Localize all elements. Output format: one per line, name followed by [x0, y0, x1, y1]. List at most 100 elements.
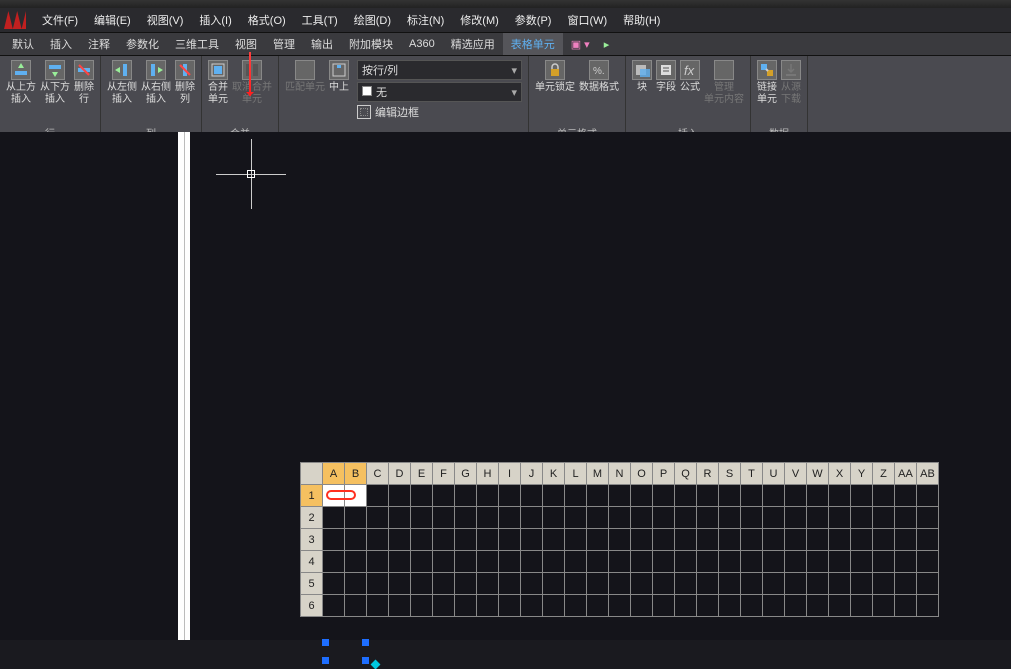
table-cell[interactable]: [323, 595, 345, 617]
table-cell[interactable]: [741, 485, 763, 507]
col-header[interactable]: Y: [851, 463, 873, 485]
table-cell[interactable]: [785, 573, 807, 595]
table-cell[interactable]: [609, 507, 631, 529]
table-cell[interactable]: [719, 573, 741, 595]
table-cell[interactable]: [697, 529, 719, 551]
col-header[interactable]: AA: [895, 463, 917, 485]
tab-output[interactable]: 输出: [303, 33, 341, 55]
tab-parametric[interactable]: 参数化: [118, 33, 167, 55]
grip-top-left[interactable]: [322, 639, 329, 646]
table-cell[interactable]: [367, 573, 389, 595]
table-cell[interactable]: [323, 529, 345, 551]
table-cell[interactable]: [543, 485, 565, 507]
table-cell[interactable]: [521, 551, 543, 573]
tab-insert[interactable]: 插入: [42, 33, 80, 55]
table-cell[interactable]: [521, 529, 543, 551]
table-cell[interactable]: [543, 507, 565, 529]
table-cell[interactable]: [565, 529, 587, 551]
btn-field[interactable]: 字段: [656, 60, 676, 94]
col-header[interactable]: B: [345, 463, 367, 485]
table-cell[interactable]: [917, 507, 939, 529]
table-cell[interactable]: [697, 485, 719, 507]
menu-edit[interactable]: 编辑(E): [86, 10, 139, 30]
table-cell[interactable]: [609, 595, 631, 617]
table-cell[interactable]: [851, 507, 873, 529]
menu-draw[interactable]: 绘图(D): [346, 10, 399, 30]
menu-format[interactable]: 格式(O): [240, 10, 294, 30]
tab-a360[interactable]: A360: [401, 35, 443, 53]
row-header[interactable]: 2: [301, 507, 323, 529]
table-cell[interactable]: [697, 595, 719, 617]
viewport-label[interactable]: [-][俯视][二维线框]: [4, 138, 92, 154]
table-cell[interactable]: [367, 485, 389, 507]
table-cell[interactable]: [807, 595, 829, 617]
col-header[interactable]: D: [389, 463, 411, 485]
row-header[interactable]: 1: [301, 485, 323, 507]
table-cell[interactable]: [389, 485, 411, 507]
table-cell[interactable]: [411, 551, 433, 573]
table-cell[interactable]: [829, 485, 851, 507]
table-cell[interactable]: [829, 573, 851, 595]
btn-merge-cells[interactable]: 合并 单元: [208, 60, 228, 106]
table-cell[interactable]: [455, 573, 477, 595]
dropdown-cellstyle[interactable]: 无▾: [357, 82, 522, 102]
tab-default[interactable]: 默认: [4, 33, 42, 55]
menu-window[interactable]: 窗口(W): [559, 10, 615, 30]
btn-data-format[interactable]: %.数据格式: [579, 60, 619, 94]
row-header[interactable]: 4: [301, 551, 323, 573]
col-header[interactable]: A: [323, 463, 345, 485]
tab-addins[interactable]: 附加模块: [341, 33, 401, 55]
table-cell[interactable]: [499, 595, 521, 617]
table-cell[interactable]: [389, 551, 411, 573]
col-header[interactable]: F: [433, 463, 455, 485]
table-cell[interactable]: [741, 551, 763, 573]
btn-block[interactable]: 块: [632, 60, 652, 94]
table-cell[interactable]: [455, 529, 477, 551]
btn-edit-border[interactable]: 编辑边框: [357, 104, 419, 120]
btn-alignment[interactable]: 中上: [329, 60, 349, 94]
table-cell[interactable]: [499, 573, 521, 595]
table-cell[interactable]: [345, 507, 367, 529]
table-cell[interactable]: [873, 529, 895, 551]
tab-3dtools[interactable]: 三维工具: [167, 33, 227, 55]
dropdown-rowcol[interactable]: 按行/列▾: [357, 60, 522, 80]
table-cell[interactable]: [763, 551, 785, 573]
col-header[interactable]: C: [367, 463, 389, 485]
table-cell[interactable]: [851, 529, 873, 551]
tab-view[interactable]: 视图: [227, 33, 265, 55]
col-header[interactable]: J: [521, 463, 543, 485]
table-cell[interactable]: [917, 485, 939, 507]
table-cell[interactable]: [675, 573, 697, 595]
table-object[interactable]: ABCDEFGHIJKLMNOPQRSTUVWXYZAAAB123456: [300, 462, 939, 617]
table-cell[interactable]: [653, 551, 675, 573]
table-cell[interactable]: [609, 551, 631, 573]
col-header[interactable]: S: [719, 463, 741, 485]
table-cell[interactable]: [631, 485, 653, 507]
menu-dimension[interactable]: 标注(N): [399, 10, 452, 30]
table-cell[interactable]: [741, 529, 763, 551]
table-cell[interactable]: [499, 551, 521, 573]
col-header[interactable]: H: [477, 463, 499, 485]
table-cell[interactable]: [631, 507, 653, 529]
table-cell[interactable]: [851, 551, 873, 573]
table-cell[interactable]: [323, 551, 345, 573]
tab-manage[interactable]: 管理: [265, 33, 303, 55]
col-header[interactable]: P: [653, 463, 675, 485]
table-cell[interactable]: [367, 507, 389, 529]
table-cell[interactable]: [807, 485, 829, 507]
col-header[interactable]: G: [455, 463, 477, 485]
table-cell[interactable]: [477, 551, 499, 573]
table-cell[interactable]: [587, 573, 609, 595]
table-cell[interactable]: [851, 573, 873, 595]
table-cell[interactable]: [565, 507, 587, 529]
btn-cell-lock[interactable]: 单元锁定: [535, 60, 575, 94]
table-cell[interactable]: [785, 551, 807, 573]
btn-insert-col-left[interactable]: 从左侧 插入: [107, 60, 137, 106]
table-cell[interactable]: [675, 595, 697, 617]
table-cell[interactable]: [719, 529, 741, 551]
table-cell[interactable]: [543, 551, 565, 573]
col-header[interactable]: X: [829, 463, 851, 485]
table-cell[interactable]: [719, 485, 741, 507]
table-cell[interactable]: [433, 595, 455, 617]
table-cell[interactable]: [543, 573, 565, 595]
